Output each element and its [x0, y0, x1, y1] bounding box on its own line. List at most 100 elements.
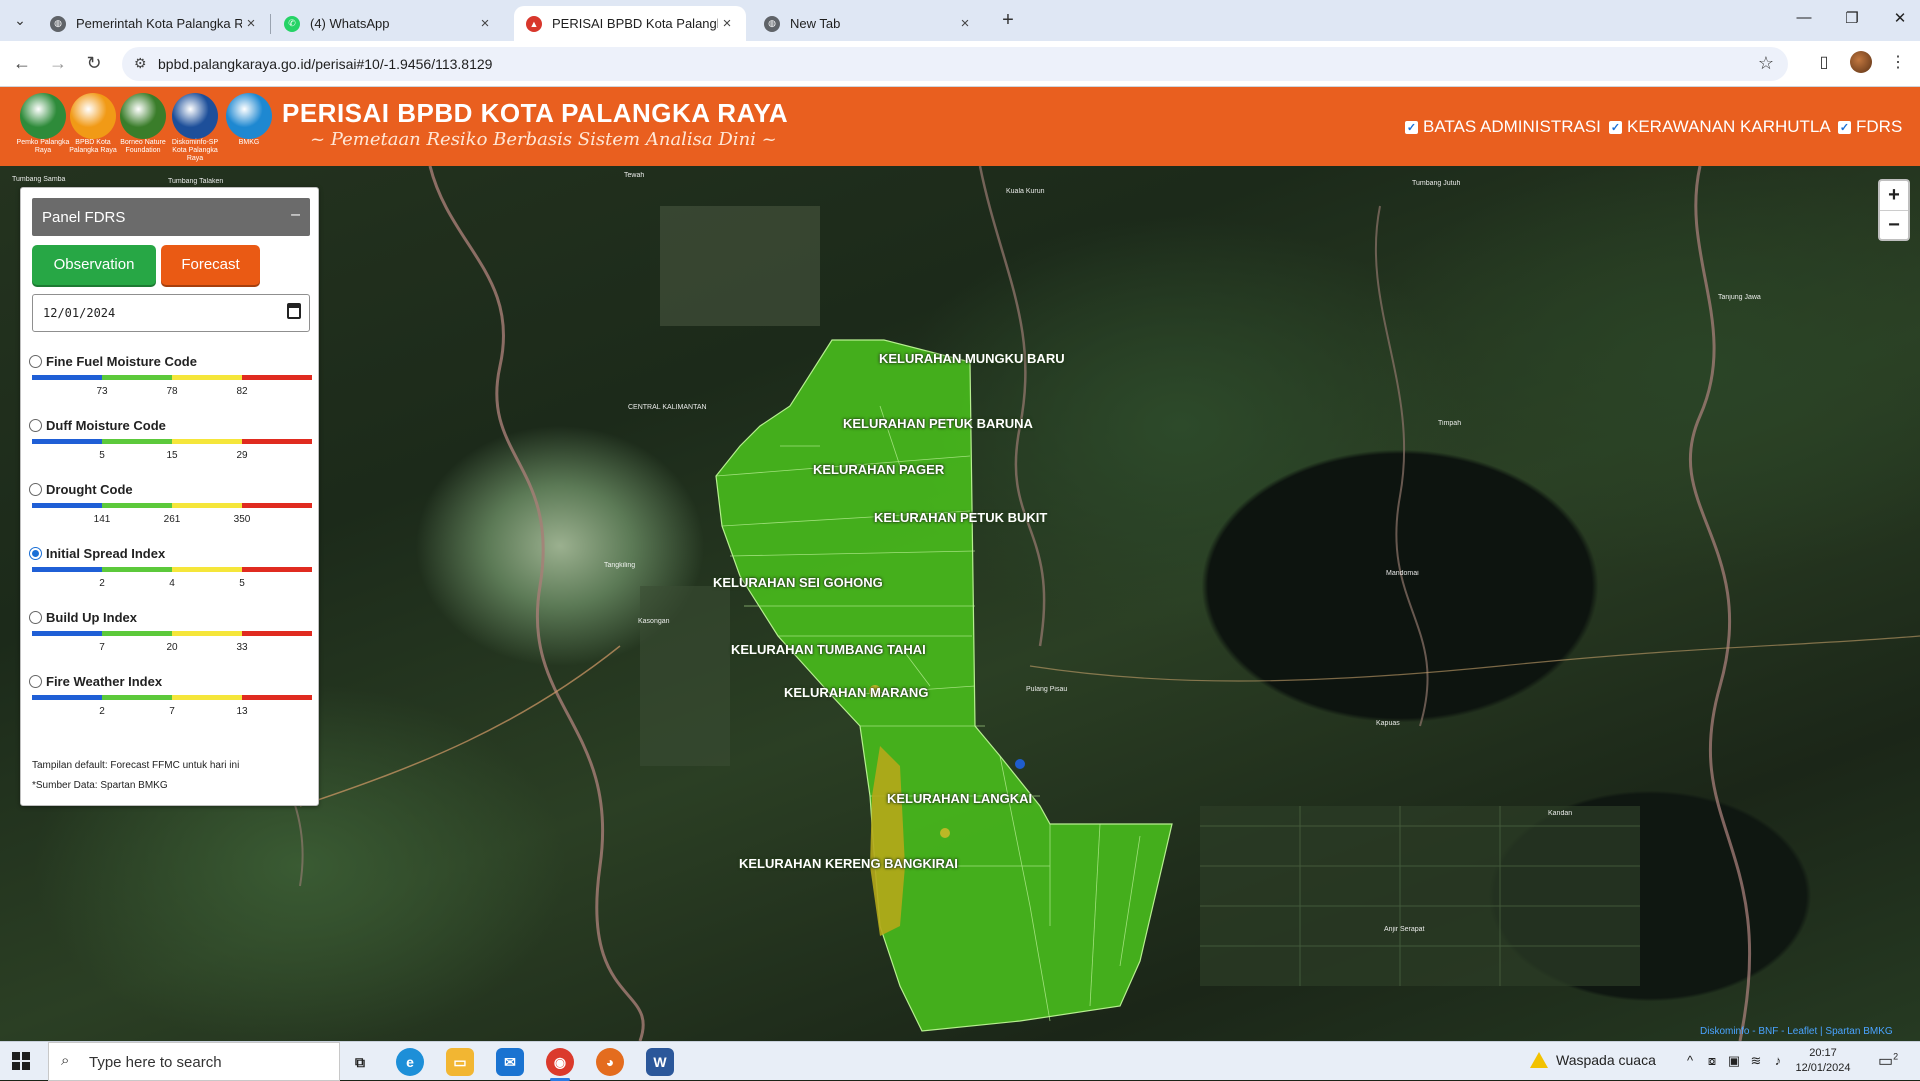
layer-toggle-kerawanan-karhutla[interactable]: ✓ KERAWANAN KARHUTLA	[1609, 117, 1831, 137]
forecast-button[interactable]: Forecast	[161, 245, 260, 285]
kelurahan-label[interactable]: KELURAHAN TUMBANG TAHAI	[731, 642, 926, 657]
notification-count: 2	[1893, 1051, 1899, 1062]
tab-perisai[interactable]: ▲ PERISAI BPBD Kota Palangka Ra ×	[514, 6, 746, 41]
zoom-out-button[interactable]: −	[1880, 210, 1908, 239]
radio-button[interactable]	[29, 483, 42, 496]
radio-button[interactable]	[29, 419, 42, 432]
date-value: 12/01/2024	[43, 306, 116, 320]
wifi-icon[interactable]: ≋	[1746, 1053, 1766, 1069]
task-view-icon[interactable]: ⧉	[346, 1048, 374, 1076]
index-ffmc[interactable]: Fine Fuel Moisture Code 73 78 82	[29, 353, 312, 413]
zoom-in-button[interactable]: +	[1880, 181, 1908, 210]
index-bui[interactable]: Build Up Index 7 20 33	[29, 609, 312, 669]
reload-button[interactable]: ↻	[82, 51, 106, 75]
index-name: Fine Fuel Moisture Code	[46, 354, 197, 369]
volume-icon[interactable]: ♪	[1768, 1053, 1788, 1068]
taskbar-search[interactable]: ⌕ Type here to search	[48, 1042, 340, 1081]
tab-separator	[270, 14, 271, 34]
close-icon[interactable]: ×	[718, 15, 736, 32]
kelurahan-label[interactable]: KELURAHAN KERENG BANGKIRAI	[739, 856, 958, 871]
index-fwi[interactable]: Fire Weather Index 2 7 13	[29, 673, 312, 733]
forward-button[interactable]: →	[46, 51, 70, 75]
logo-bmkg	[226, 93, 272, 139]
word-icon[interactable]: W	[646, 1048, 674, 1076]
tick-label: 20	[166, 642, 178, 653]
display-icon[interactable]: ▣	[1724, 1053, 1744, 1069]
checkbox-checked-icon[interactable]: ✓	[1609, 120, 1622, 134]
tick-label: 2	[99, 578, 105, 589]
place-label: Tangkiling	[604, 562, 636, 569]
checkbox-checked-icon[interactable]: ✓	[1838, 120, 1851, 134]
chrome-icon[interactable]: ◉	[546, 1048, 574, 1076]
place-label: Kuala Kurun	[1006, 188, 1045, 195]
observation-button[interactable]: Observation	[32, 245, 156, 285]
logo-bnf	[120, 93, 166, 139]
kelurahan-label[interactable]: KELURAHAN SEI GOHONG	[713, 575, 883, 590]
back-button[interactable]: ←	[10, 51, 34, 75]
kelurahan-label[interactable]: KELURAHAN MARANG	[784, 685, 928, 700]
windows-start-icon[interactable]	[12, 1052, 30, 1070]
restore-button[interactable]: ❐	[1832, 9, 1872, 27]
minimize-button[interactable]: —	[1784, 9, 1824, 26]
site-header: Pemko Palangka Raya BPBD Kota Palangka R…	[0, 87, 1920, 166]
panel-note-source: *Sumber Data: Spartan BMKG	[32, 780, 168, 791]
address-bar[interactable]: ⚙ bpbd.palangkaraya.go.id/perisai#10/-1.…	[122, 47, 1788, 81]
bookmark-star-icon[interactable]: ☆	[1758, 53, 1774, 74]
menu-icon[interactable]: ⋮	[1886, 52, 1910, 72]
notification-icon[interactable]: ▭2	[1878, 1051, 1898, 1071]
meet-now-icon[interactable]: ⧇	[1702, 1053, 1722, 1069]
radio-button[interactable]	[29, 611, 42, 624]
close-window-button[interactable]: ✕	[1880, 9, 1920, 27]
site-subtitle: ~ Pemetaan Resiko Berbasis Sistem Analis…	[310, 129, 777, 150]
tab-whatsapp[interactable]: ✆ (4) WhatsApp ×	[272, 6, 504, 41]
tab-search-button[interactable]: ⌄	[8, 8, 32, 32]
close-icon[interactable]: ×	[476, 15, 494, 32]
calendar-icon[interactable]	[287, 303, 301, 319]
radio-button[interactable]	[29, 355, 42, 368]
firefox-icon[interactable]: ◕	[596, 1048, 624, 1076]
scale-ticks: 2 4 5	[32, 578, 312, 590]
layer-label: KERAWANAN KARHUTLA	[1627, 117, 1831, 136]
kelurahan-label[interactable]: KELURAHAN PETUK BARUNA	[843, 416, 1033, 431]
index-dc[interactable]: Drought Code 141 261 350	[29, 481, 312, 541]
kelurahan-label[interactable]: KELURAHAN LANGKAI	[887, 791, 1032, 806]
tab-new-tab[interactable]: ◍ New Tab ×	[752, 6, 984, 41]
kelurahan-label[interactable]: KELURAHAN MUNGKU BARU	[879, 351, 1065, 366]
logo-caption: Borneo Nature Foundation	[120, 139, 166, 154]
file-explorer-icon[interactable]: ▭	[446, 1048, 474, 1076]
kelurahan-label[interactable]: KELURAHAN PAGER	[813, 462, 944, 477]
index-dmc[interactable]: Duff Moisture Code 5 15 29	[29, 417, 312, 477]
tick-label: 2	[99, 706, 105, 717]
side-panel-icon[interactable]: ▯	[1812, 52, 1836, 72]
tick-label: 33	[236, 642, 248, 653]
color-scale-bar	[32, 695, 312, 700]
color-scale-bar	[32, 503, 312, 508]
map-attribution[interactable]: Diskominfo - BNF - Leaflet | Spartan BMK…	[1700, 1026, 1893, 1037]
index-isi[interactable]: Initial Spread Index 2 4 5	[29, 545, 312, 605]
globe-icon: ◍	[50, 15, 66, 32]
profile-avatar[interactable]	[1850, 51, 1872, 73]
taskbar-clock[interactable]: 20:17 12/01/2024	[1793, 1046, 1853, 1076]
collapse-button[interactable]: –	[291, 206, 300, 224]
place-label: Kandan	[1548, 810, 1573, 817]
layer-toggle-batas-administrasi[interactable]: ✓ BATAS ADMINISTRASI	[1405, 117, 1601, 137]
place-label: Kasongan	[638, 618, 670, 625]
checkbox-checked-icon[interactable]: ✓	[1405, 120, 1418, 134]
close-icon[interactable]: ×	[956, 15, 974, 32]
close-icon[interactable]: ×	[242, 15, 260, 32]
place-label: Tumbang Jutuh	[1412, 180, 1461, 187]
radio-button-selected[interactable]	[29, 547, 42, 560]
tray-overflow-icon[interactable]: ^	[1680, 1053, 1700, 1068]
mail-icon[interactable]: ✉	[496, 1048, 524, 1076]
url-text[interactable]: bpbd.palangkaraya.go.id/perisai#10/-1.94…	[158, 56, 492, 72]
fdrs-panel-header[interactable]: Panel FDRS –	[32, 198, 310, 236]
date-input[interactable]: 12/01/2024	[32, 294, 310, 332]
weather-widget[interactable]: Waspada cuaca	[1530, 1052, 1656, 1068]
layer-toggle-fdrs[interactable]: ✓ FDRS	[1838, 117, 1902, 137]
site-info-icon[interactable]: ⚙	[134, 55, 147, 72]
tab-pemko[interactable]: ◍ Pemerintah Kota Palangka Raya ×	[38, 6, 270, 41]
kelurahan-label[interactable]: KELURAHAN PETUK BUKIT	[874, 510, 1047, 525]
radio-button[interactable]	[29, 675, 42, 688]
edge-icon[interactable]: e	[396, 1048, 424, 1076]
new-tab-button[interactable]: +	[996, 9, 1020, 32]
